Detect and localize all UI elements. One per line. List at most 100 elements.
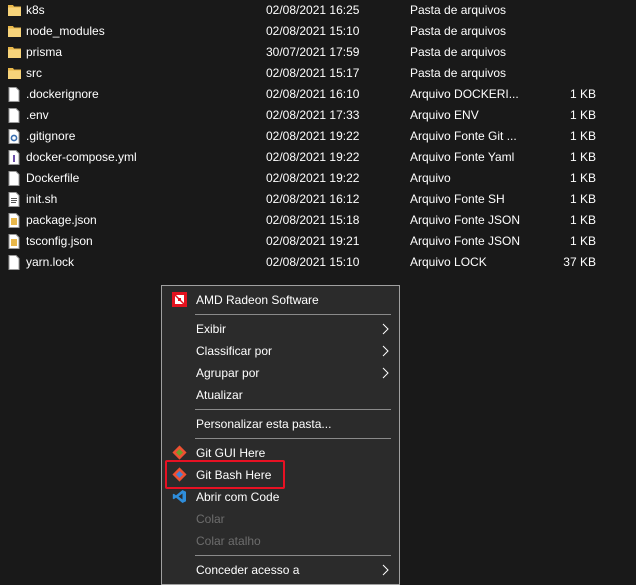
file-type: Arquivo Fonte JSON <box>410 213 521 227</box>
file-date: 02/08/2021 19:21 <box>266 234 360 248</box>
folder-icon <box>8 26 21 37</box>
file-row-init-sh[interactable]: init.sh 02/08/2021 16:12 Arquivo Fonte S… <box>0 189 636 210</box>
menu-label: Colar atalho <box>196 534 261 548</box>
menu-label: Atualizar <box>196 388 243 402</box>
context-menu: AMD Radeon Software Exibir Classificar p… <box>161 285 400 585</box>
menu-label: Agrupar por <box>196 366 260 380</box>
folder-icon <box>8 5 21 16</box>
menu-item-conceder[interactable]: Conceder acesso a <box>162 559 399 581</box>
file-row-tsconfig-json[interactable]: tsconfig.json 02/08/2021 19:21 Arquivo F… <box>0 231 636 252</box>
folder-icon <box>8 47 21 58</box>
file-row-k8s[interactable]: k8s 02/08/2021 16:25 Pasta de arquivos <box>0 0 636 21</box>
file-size: 1 KB <box>569 129 596 143</box>
file-size: 1 KB <box>569 87 596 101</box>
gear-file-icon <box>8 129 20 144</box>
file-row-gitignore[interactable]: .gitignore 02/08/2021 19:22 Arquivo Font… <box>0 126 636 147</box>
menu-item-vscode[interactable]: Abrir com Code <box>162 486 399 508</box>
file-date: 02/08/2021 16:10 <box>266 87 360 101</box>
file-date: 30/07/2021 17:59 <box>266 45 360 59</box>
menu-label: Git GUI Here <box>196 446 266 460</box>
file-row-src[interactable]: src 02/08/2021 15:17 Pasta de arquivos <box>0 63 636 84</box>
file-name: tsconfig.json <box>26 234 93 248</box>
menu-label: Exibir <box>196 322 227 336</box>
file-name: Dockerfile <box>26 171 80 185</box>
script-file-icon <box>8 192 20 207</box>
file-icon <box>8 108 20 123</box>
file-icon <box>8 87 20 102</box>
file-type: Arquivo Fonte Yaml <box>410 150 515 164</box>
amd-radeon-icon <box>172 292 187 307</box>
file-date: 02/08/2021 19:22 <box>266 171 360 185</box>
menu-separator <box>195 438 391 439</box>
menu-separator <box>195 409 391 410</box>
chevron-right-icon <box>382 564 389 576</box>
file-name: .dockerignore <box>26 87 99 101</box>
file-date: 02/08/2021 15:17 <box>266 66 360 80</box>
file-size: 37 KB <box>563 255 596 269</box>
chevron-right-icon <box>382 367 389 379</box>
json-file-icon <box>8 213 20 228</box>
file-type: Arquivo Fonte SH <box>410 192 505 206</box>
file-name: prisma <box>26 45 63 59</box>
chevron-right-icon <box>382 345 389 357</box>
file-name: init.sh <box>26 192 58 206</box>
file-date: 02/08/2021 19:22 <box>266 129 360 143</box>
menu-separator <box>195 555 391 556</box>
menu-label: Abrir com Code <box>196 490 280 504</box>
file-date: 02/08/2021 15:10 <box>266 255 360 269</box>
file-row-env[interactable]: .env 02/08/2021 17:33 Arquivo ENV 1 KB <box>0 105 636 126</box>
menu-item-colar-atalho: Colar atalho <box>162 530 399 552</box>
file-row-yarn-lock[interactable]: yarn.lock 02/08/2021 15:10 Arquivo LOCK … <box>0 252 636 273</box>
menu-item-atualizar[interactable]: Atualizar <box>162 384 399 406</box>
file-name: src <box>26 66 42 80</box>
menu-label: Colar <box>196 512 225 526</box>
yaml-file-icon <box>8 150 20 165</box>
file-date: 02/08/2021 15:10 <box>266 24 360 38</box>
json-file-icon <box>8 234 20 249</box>
file-size: 1 KB <box>569 171 596 185</box>
file-row-dockerfile[interactable]: Dockerfile 02/08/2021 19:22 Arquivo 1 KB <box>0 168 636 189</box>
file-name: yarn.lock <box>26 255 75 269</box>
file-row-package-json[interactable]: package.json 02/08/2021 15:18 Arquivo Fo… <box>0 210 636 231</box>
file-type: Arquivo DOCKERI... <box>410 87 519 101</box>
file-row-prisma[interactable]: prisma 30/07/2021 17:59 Pasta de arquivo… <box>0 42 636 63</box>
file-icon <box>8 171 20 186</box>
file-size: 1 KB <box>569 234 596 248</box>
file-type: Arquivo Fonte Git ... <box>410 129 517 143</box>
menu-item-agrupar[interactable]: Agrupar por <box>162 362 399 384</box>
file-name: node_modules <box>26 24 105 38</box>
file-type: Pasta de arquivos <box>410 45 507 59</box>
menu-label: Classificar por <box>196 344 273 358</box>
file-type: Pasta de arquivos <box>410 66 507 80</box>
file-size: 1 KB <box>569 150 596 164</box>
menu-item-colar: Colar <box>162 508 399 530</box>
menu-item-classificar[interactable]: Classificar por <box>162 340 399 362</box>
file-size: 1 KB <box>569 213 596 227</box>
git-gui-icon <box>172 445 187 460</box>
file-type: Arquivo LOCK <box>410 255 487 269</box>
file-row-docker-compose[interactable]: docker-compose.yml 02/08/2021 19:22 Arqu… <box>0 147 636 168</box>
file-date: 02/08/2021 19:22 <box>266 150 360 164</box>
menu-separator <box>195 314 391 315</box>
folder-icon <box>8 68 21 79</box>
menu-label: AMD Radeon Software <box>196 293 319 307</box>
file-size: 1 KB <box>569 108 596 122</box>
menu-item-exibir[interactable]: Exibir <box>162 318 399 340</box>
file-date: 02/08/2021 17:33 <box>266 108 360 122</box>
file-type: Arquivo Fonte JSON <box>410 234 521 248</box>
file-date: 02/08/2021 16:25 <box>266 3 360 17</box>
file-row-node-modules[interactable]: node_modules 02/08/2021 15:10 Pasta de a… <box>0 21 636 42</box>
highlight-box <box>165 460 285 489</box>
file-name: docker-compose.yml <box>26 150 137 164</box>
menu-item-personalizar[interactable]: Personalizar esta pasta... <box>162 413 399 435</box>
file-row-dockerignore[interactable]: .dockerignore 02/08/2021 16:10 Arquivo D… <box>0 84 636 105</box>
file-size: 1 KB <box>569 192 596 206</box>
file-type: Arquivo <box>410 171 451 185</box>
menu-label: Conceder acesso a <box>196 563 300 577</box>
menu-label: Personalizar esta pasta... <box>196 417 332 431</box>
file-type: Arquivo ENV <box>410 108 479 122</box>
file-icon <box>8 255 20 270</box>
menu-item-amd-radeon[interactable]: AMD Radeon Software <box>162 289 399 311</box>
file-name: package.json <box>26 213 97 227</box>
file-type: Pasta de arquivos <box>410 24 507 38</box>
